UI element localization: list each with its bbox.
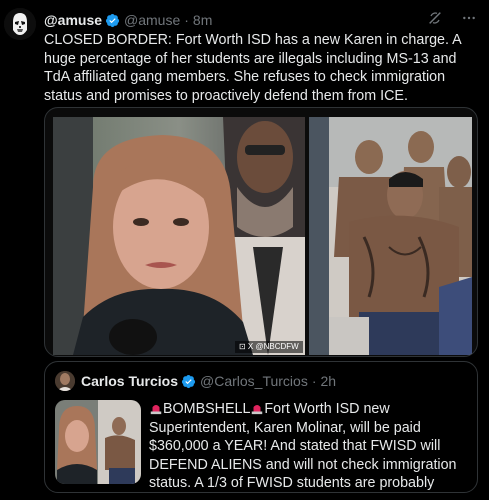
siren-icon [150, 404, 162, 415]
stormtrooper-avatar-icon [4, 8, 36, 40]
quoted-post[interactable]: Carlos Turcios @Carlos_Turcios · 2h BOMB… [44, 361, 478, 493]
post-media[interactable]: ⊡ X @NBCDFW [44, 107, 478, 357]
quoted-author-handle[interactable]: @Carlos_Turcios [200, 373, 308, 389]
author-avatar[interactable] [4, 8, 36, 40]
quoted-author-avatar[interactable] [55, 371, 75, 391]
media-watermark: ⊡ X @NBCDFW [235, 341, 303, 353]
separator-dot: · [311, 373, 317, 389]
tattooed-men-group-photo[interactable] [309, 117, 472, 355]
quoted-post-lead: BOMBSHELL [163, 401, 251, 417]
more-icon[interactable] [461, 10, 477, 26]
verified-badge-icon [181, 374, 196, 388]
separator-dot: · [184, 12, 189, 28]
quoted-post-time[interactable]: 2h [321, 373, 337, 389]
quoted-post-text: BOMBSHELL Fort Worth ISD new Superintende… [149, 400, 471, 492]
post-text: CLOSED BORDER: Fort Worth ISD has a new … [44, 32, 461, 104]
siren-icon [252, 404, 263, 415]
quoted-post-header: Carlos Turcios @Carlos_Turcios · 2h [55, 371, 336, 391]
quoted-author-name[interactable]: Carlos Turcios [81, 373, 178, 389]
grok-icon[interactable] [427, 10, 443, 26]
post-header: @amuse @amuse · 8m [44, 10, 481, 30]
woman-speaking-photo[interactable]: ⊡ X @NBCDFW [53, 117, 305, 355]
verified-badge-icon [105, 13, 120, 27]
quoted-media-thumbnail[interactable] [55, 400, 141, 484]
post-time[interactable]: 8m [193, 12, 212, 28]
author-name[interactable]: @amuse [44, 12, 102, 28]
author-handle[interactable]: @amuse [124, 12, 180, 28]
